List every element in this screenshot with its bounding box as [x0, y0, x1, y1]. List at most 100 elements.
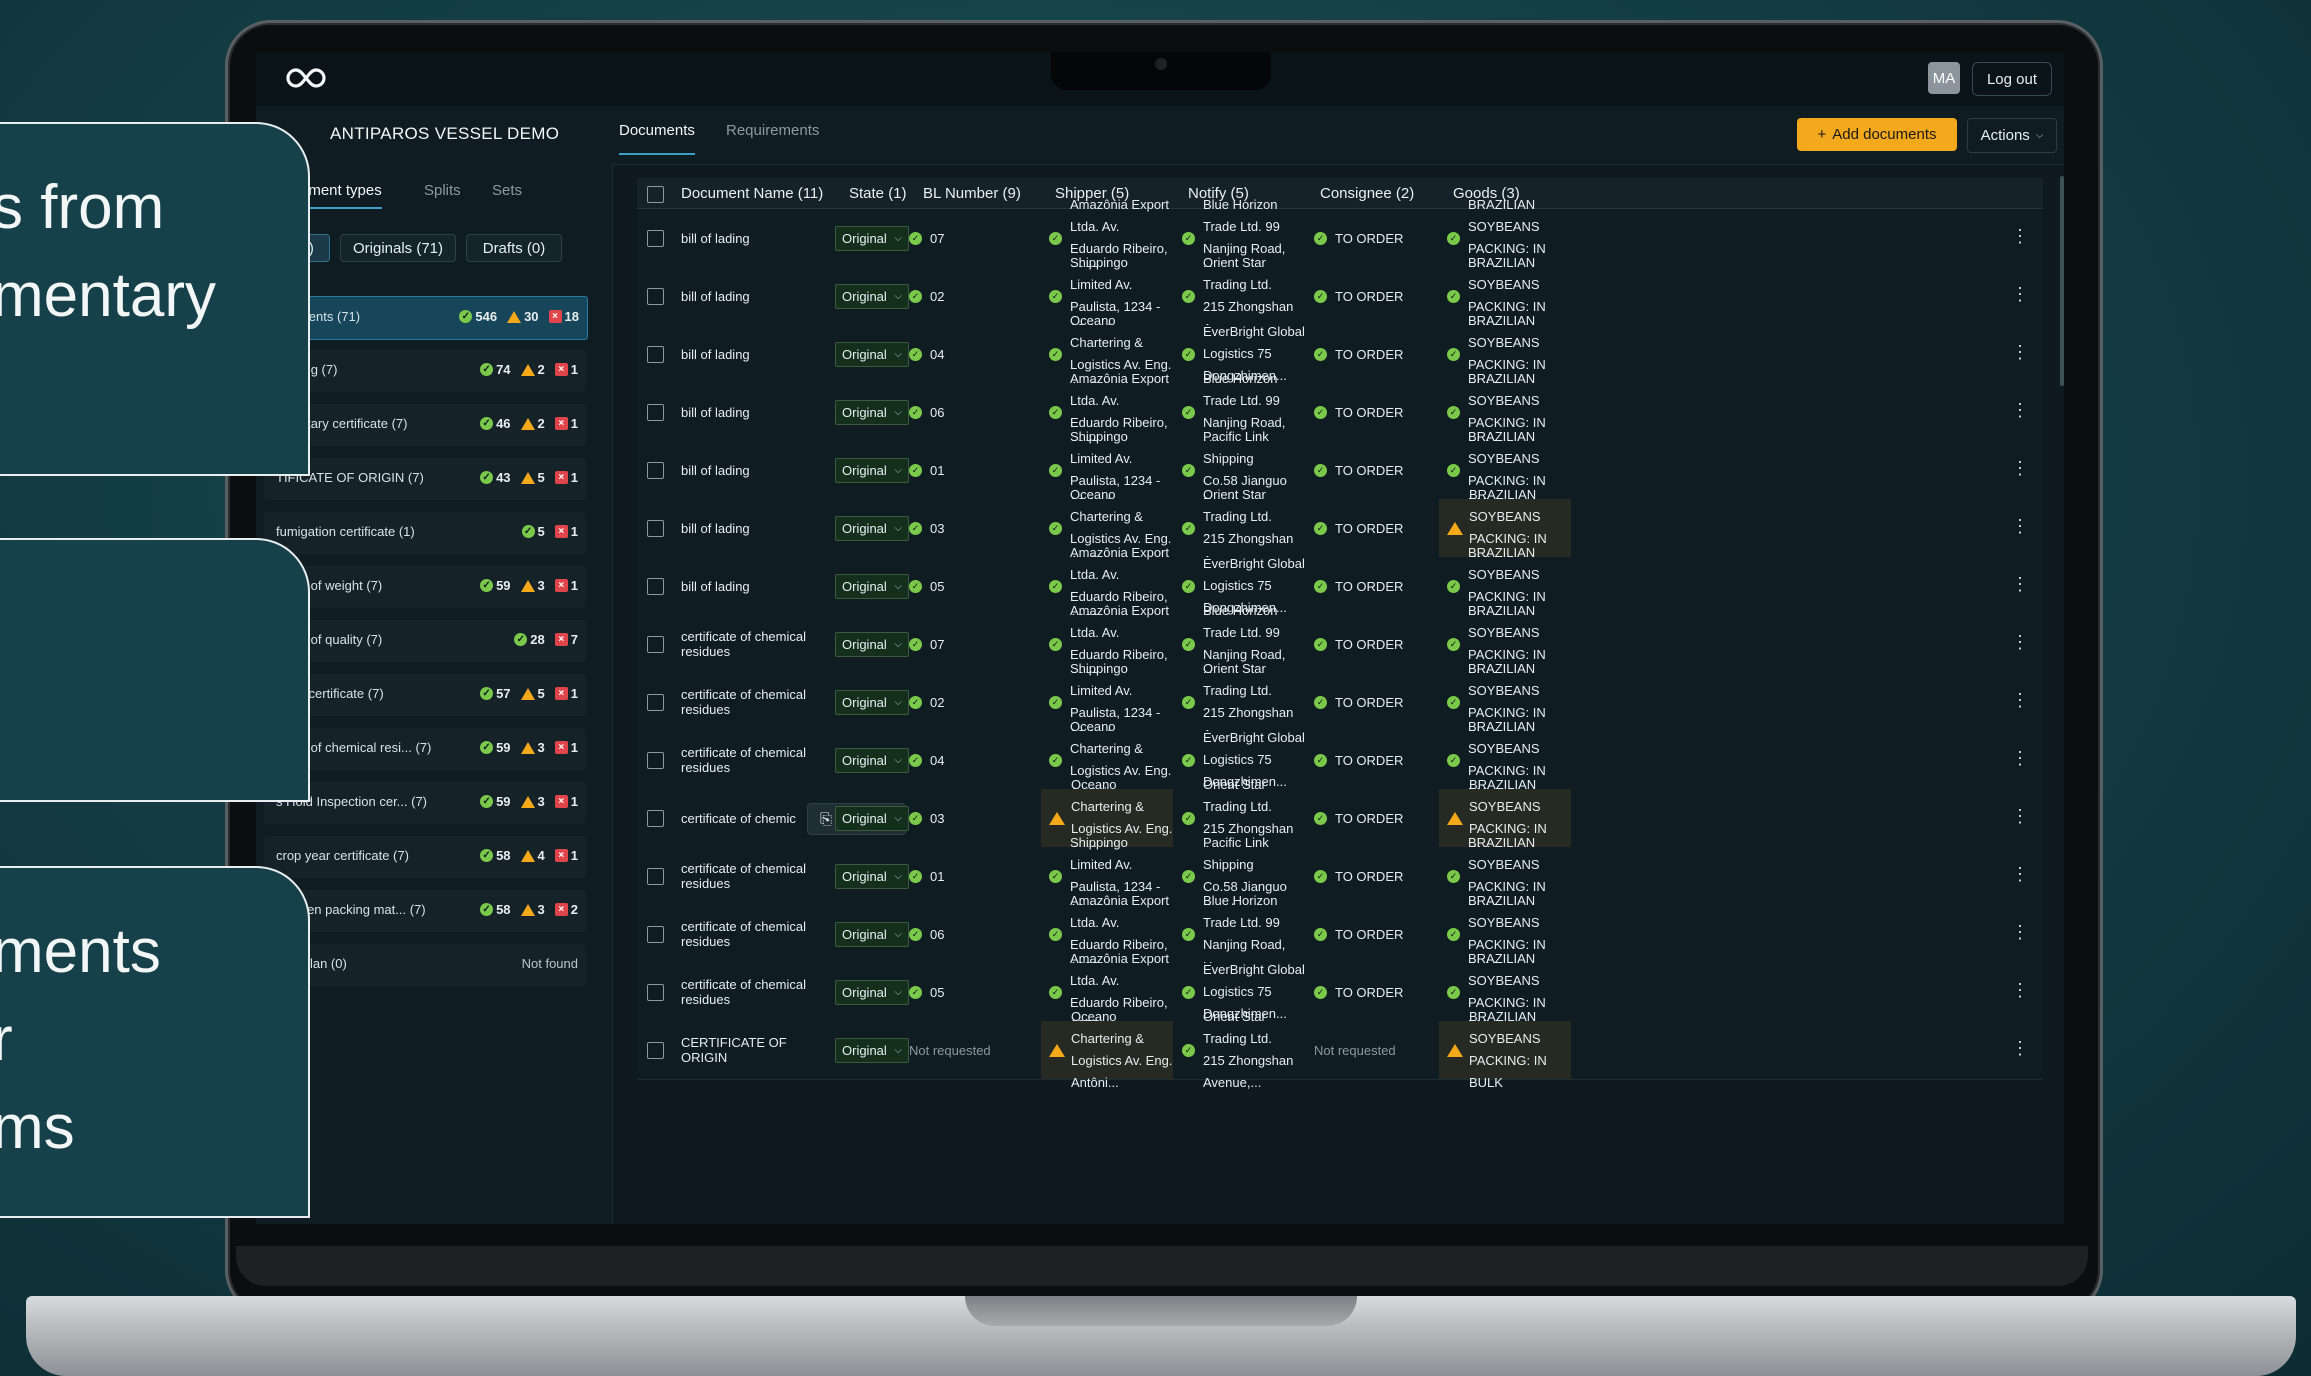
shipper-line-1: Amazônia Export Ltda. Av.: [1070, 893, 1169, 930]
state-dropdown[interactable]: Original ⌵: [835, 399, 909, 425]
sidebar-tab-document-types[interactable]: ument types: [280, 182, 382, 209]
state-dropdown[interactable]: Original ⌵: [835, 457, 909, 483]
logout-button[interactable]: Log out: [1972, 62, 2052, 96]
sidebar-item[interactable]: fumigation certificate (1) ✓ 5 × 1: [264, 512, 586, 554]
document-name: bill of lading: [681, 404, 750, 420]
col-consignee[interactable]: Consignee (2): [1320, 185, 1414, 202]
sidebar-item[interactable]: f lading (7)✓742×1: [264, 350, 586, 392]
state-dropdown[interactable]: Original ⌵: [835, 1037, 909, 1063]
row-checkbox[interactable]: [647, 462, 664, 479]
table-scrollbar[interactable]: [2060, 176, 2064, 386]
table-row[interactable]: bill of lading Original ⌵ ✓ 04 ✓ Oceano Charte…: [637, 313, 2043, 394]
avatar[interactable]: MA: [1928, 62, 1960, 94]
sidebar-item[interactable]: ocuments (71) ✓ 546 30 × 18: [264, 296, 588, 340]
table-row[interactable]: bill of lading Original ⌵ ✓ 06 ✓ Amazônia Expo…: [637, 371, 2043, 452]
state-dropdown[interactable]: Original ⌵: [835, 979, 909, 1005]
tab-requirements[interactable]: Requirements: [726, 122, 819, 139]
table-row[interactable]: bill of lading Original ⌵ ✓ 05 ✓ Amazônia Expo…: [637, 545, 2043, 626]
row-menu-icon[interactable]: ⋮: [2011, 923, 2029, 941]
sidebar-tab-sets[interactable]: Sets: [492, 182, 522, 199]
row-menu-icon[interactable]: ⋮: [2011, 575, 2029, 593]
sidebar-item[interactable]: ficate of quality (7) ✓ 28 × 7: [264, 620, 586, 662]
row-menu-icon[interactable]: ⋮: [2011, 749, 2029, 767]
table-row[interactable]: certificate of chemical residues Original…: [637, 951, 2043, 1032]
table-row[interactable]: bill of lading Original ⌵ ✓ 01 ✓ Shippingo Lim…: [637, 429, 2043, 510]
row-checkbox[interactable]: [647, 984, 664, 1001]
state-dropdown[interactable]: Original ⌵: [835, 921, 909, 947]
row-menu-icon[interactable]: ⋮: [2011, 633, 2029, 651]
row-menu-icon[interactable]: ⋮: [2011, 401, 2029, 419]
row-menu-icon[interactable]: ⋮: [2011, 1039, 2029, 1057]
add-documents-button[interactable]: + Add documents: [1797, 118, 1957, 151]
col-state[interactable]: State (1): [849, 185, 907, 202]
table-row[interactable]: bill of lading Original ⌵ ✓ 07 ✓ Amazônia Expo…: [637, 197, 2043, 278]
row-menu-icon[interactable]: ⋮: [2011, 517, 2029, 535]
sidebar-tab-splits[interactable]: Splits: [424, 182, 461, 199]
select-all-checkbox[interactable]: [647, 186, 664, 203]
table-row[interactable]: certificate of chemical residues Original…: [637, 661, 2043, 742]
sidebar-item[interactable]: age Plan (0) Not found: [264, 944, 586, 986]
state-dropdown[interactable]: Original ⌵: [835, 805, 909, 831]
row-menu-icon[interactable]: ⋮: [2011, 227, 2029, 245]
table-row[interactable]: certificate of chemical residues Original…: [637, 719, 2043, 800]
row-checkbox[interactable]: [647, 752, 664, 769]
col-document-name[interactable]: Document Name (11): [681, 185, 823, 202]
error-value: 1: [570, 686, 578, 701]
row-checkbox[interactable]: [647, 636, 664, 653]
document-name-cell: bill of lading: [681, 383, 831, 441]
row-checkbox[interactable]: [647, 926, 664, 943]
sidebar-item[interactable]: atory certificate (7) ✓ 57 5 × 1: [264, 674, 586, 716]
error-icon: ×: [554, 579, 568, 592]
row-checkbox[interactable]: [647, 810, 664, 827]
state-dropdown[interactable]: Original ⌵: [835, 689, 909, 715]
state-dropdown[interactable]: Original ⌵: [835, 283, 909, 309]
consignee: TO ORDER: [1335, 810, 1404, 826]
table-row[interactable]: certificate of chemical residues Original…: [637, 893, 2043, 974]
row-menu-icon[interactable]: ⋮: [2011, 691, 2029, 709]
sidebar-item[interactable]: osanitary certificate (7) ✓ 46 2 × 1: [264, 404, 586, 446]
sidebar-item[interactable]: ficate of weight (7) ✓ 59 3 × 1: [264, 566, 586, 608]
state-dropdown[interactable]: Original ⌵: [835, 631, 909, 657]
infinity-logo-icon[interactable]: [286, 66, 326, 90]
row-checkbox[interactable]: [647, 868, 664, 885]
table-row[interactable]: certificate of chemical residues Original…: [637, 835, 2043, 916]
row-menu-icon[interactable]: ⋮: [2011, 343, 2029, 361]
row-checkbox[interactable]: [647, 1042, 664, 1059]
table-row[interactable]: bill of lading Original ⌵ ✓ 03 ✓ Oceano Charte…: [637, 487, 2043, 568]
row-menu-icon[interactable]: ⋮: [2011, 285, 2029, 303]
row-checkbox[interactable]: [647, 288, 664, 305]
row-menu-icon[interactable]: ⋮: [2011, 807, 2029, 825]
filter-originals[interactable]: Originals (71): [340, 234, 456, 262]
state-dropdown[interactable]: Original ⌵: [835, 863, 909, 889]
row-checkbox[interactable]: [647, 230, 664, 247]
table-row[interactable]: certificate of chemic⎘PreviewOriginal⌵✓0…: [637, 777, 2043, 858]
table-row[interactable]: CERTIFICATE OF ORIGIN Original ⌵ Not reques…: [637, 1009, 2043, 1090]
filter-drafts[interactable]: Drafts (0): [466, 234, 562, 262]
actions-dropdown[interactable]: Actions ⌵: [1967, 118, 2057, 153]
table-row[interactable]: certificate of chemical residues Original…: [637, 603, 2043, 684]
row-checkbox[interactable]: [647, 694, 664, 711]
row-checkbox[interactable]: [647, 578, 664, 595]
state-dropdown[interactable]: Original ⌵: [835, 225, 909, 251]
row-checkbox[interactable]: [647, 404, 664, 421]
sidebar-item[interactable]: TIFICATE OF ORIGIN (7) ✓ 43 5 × 1: [264, 458, 586, 500]
tab-documents[interactable]: Documents: [619, 122, 695, 155]
sidebar-item[interactable]: s Hold Inspection cer... (7) ✓ 59 3 × 1: [264, 782, 586, 824]
col-bl-number[interactable]: BL Number (9): [923, 185, 1021, 202]
check-circle-icon: ✓: [909, 463, 922, 477]
row-menu-icon[interactable]: ⋮: [2011, 865, 2029, 883]
sidebar-item[interactable]: wooden packing mat... (7) ✓ 58 3 × 2: [264, 890, 586, 932]
sidebar-item[interactable]: ficate of chemical resi... (7) ✓ 59 3 × 1: [264, 728, 586, 770]
row-checkbox[interactable]: [647, 346, 664, 363]
state-dropdown[interactable]: Original ⌵: [835, 515, 909, 541]
state-dropdown[interactable]: Original ⌵: [835, 747, 909, 773]
consignee: Not requested: [1314, 1042, 1396, 1058]
sidebar-item[interactable]: crop year certificate (7) ✓ 58 4 × 1: [264, 836, 586, 878]
row-menu-icon[interactable]: ⋮: [2011, 459, 2029, 477]
row-checkbox[interactable]: [647, 520, 664, 537]
row-menu-icon[interactable]: ⋮: [2011, 981, 2029, 999]
notify-line-1: Orient Star Trading Ltd.: [1203, 777, 1272, 814]
state-dropdown[interactable]: Original ⌵: [835, 341, 909, 367]
table-row[interactable]: bill of lading Original ⌵ ✓ 02 ✓ Shippingo Lim…: [637, 255, 2043, 336]
state-dropdown[interactable]: Original ⌵: [835, 573, 909, 599]
